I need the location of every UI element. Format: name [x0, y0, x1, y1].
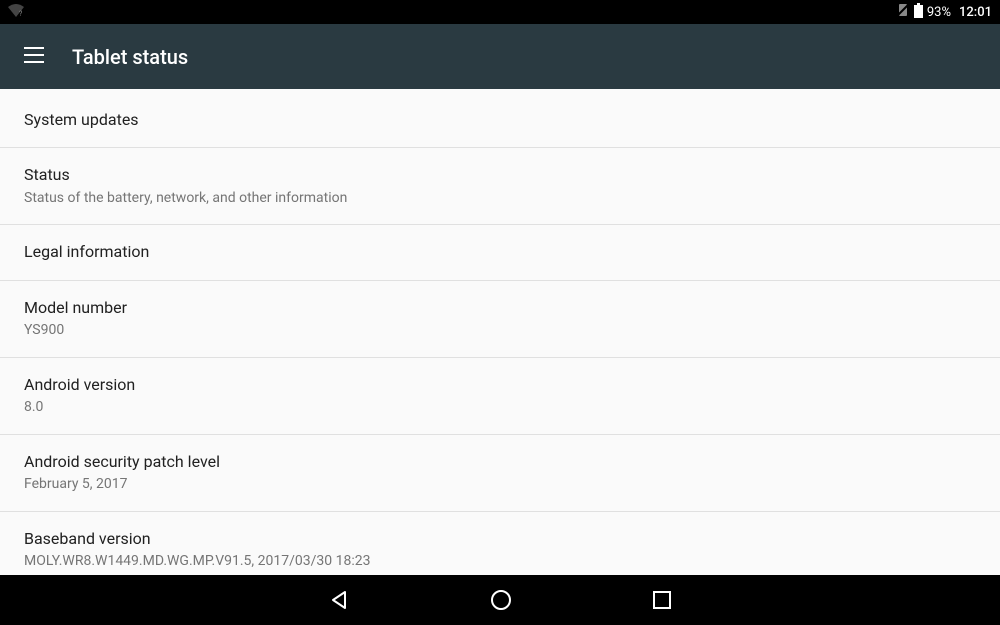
setting-subtitle: YS900	[24, 321, 976, 341]
setting-title: Android version	[24, 374, 976, 396]
hamburger-menu-icon[interactable]	[24, 47, 44, 67]
battery-icon	[914, 3, 923, 22]
setting-title: Android security patch level	[24, 451, 976, 473]
setting-system-updates[interactable]: System updates	[0, 89, 1000, 148]
settings-list: System updates Status Status of the batt…	[0, 89, 1000, 575]
home-button[interactable]	[490, 589, 512, 611]
wifi-icon: ?	[8, 3, 24, 21]
setting-title: Model number	[24, 297, 976, 319]
setting-legal-information[interactable]: Legal information	[0, 225, 1000, 280]
setting-android-version[interactable]: Android version 8.0	[0, 358, 1000, 435]
setting-subtitle: Status of the battery, network, and othe…	[24, 189, 976, 209]
setting-security-patch[interactable]: Android security patch level February 5,…	[0, 435, 1000, 512]
setting-subtitle: 8.0	[24, 398, 976, 418]
svg-text:?: ?	[19, 10, 23, 17]
clock-time: 12:01	[959, 5, 992, 20]
recent-apps-button[interactable]	[652, 590, 672, 610]
setting-subtitle: February 5, 2017	[24, 475, 976, 495]
app-bar: Tablet status	[0, 24, 1000, 89]
no-sim-icon	[896, 3, 910, 21]
setting-title: Status	[24, 164, 976, 186]
battery-percentage: 93%	[927, 5, 951, 20]
navigation-bar	[0, 575, 1000, 625]
status-bar: ? 93% 12:01	[0, 0, 1000, 24]
setting-model-number[interactable]: Model number YS900	[0, 281, 1000, 358]
setting-title: Baseband version	[24, 528, 976, 550]
setting-title: System updates	[24, 109, 976, 131]
setting-status[interactable]: Status Status of the battery, network, a…	[0, 148, 1000, 225]
setting-title: Legal information	[24, 241, 976, 263]
setting-subtitle: MOLY.WR8.W1449.MD.WG.MP.V91.5, 2017/03/3…	[24, 552, 976, 572]
back-button[interactable]	[328, 589, 350, 611]
page-title: Tablet status	[72, 45, 188, 69]
setting-baseband-version[interactable]: Baseband version MOLY.WR8.W1449.MD.WG.MP…	[0, 512, 1000, 575]
